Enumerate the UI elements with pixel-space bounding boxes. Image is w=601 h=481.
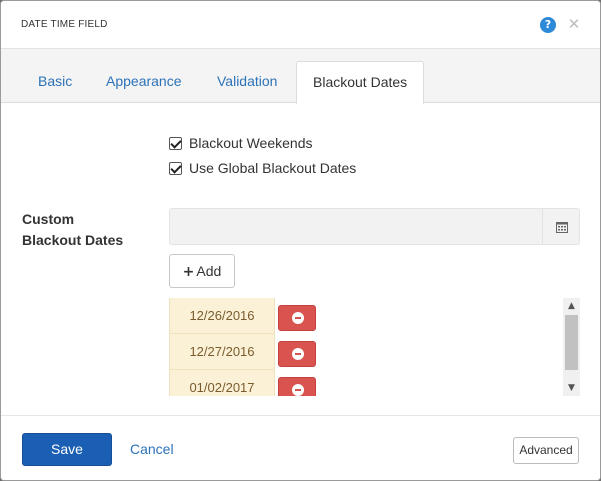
blackout-date-value: 12/27/2016: [169, 334, 275, 370]
scrollbar-thumb[interactable]: [565, 315, 578, 370]
minus-circle-icon: [292, 348, 304, 360]
remove-date-button[interactable]: [278, 341, 316, 367]
blackout-weekends-label: Blackout Weekends: [189, 135, 313, 151]
close-icon[interactable]: ✕: [567, 14, 581, 34]
scroll-down-arrow-icon[interactable]: ▼: [563, 380, 580, 396]
global-blackout-option: Use Global Blackout Dates: [169, 159, 356, 177]
list-item: 12/26/2016: [169, 298, 469, 334]
dialog-footer: Save Cancel Advanced: [1, 415, 600, 480]
help-icon[interactable]: ?: [540, 17, 556, 33]
global-blackout-checkbox[interactable]: [169, 162, 182, 175]
blackout-weekends-option: Blackout Weekends: [169, 134, 312, 152]
global-blackout-label: Use Global Blackout Dates: [189, 160, 357, 176]
minus-circle-icon: [292, 312, 304, 324]
tab-validation[interactable]: Validation: [201, 61, 293, 103]
minus-circle-icon: [292, 384, 304, 396]
list-item: 12/27/2016: [169, 334, 469, 370]
tab-basic[interactable]: Basic: [22, 61, 88, 103]
calendar-button[interactable]: [542, 208, 580, 245]
blackout-weekends-checkbox[interactable]: [169, 137, 182, 150]
blackout-date-value: 01/02/2017: [169, 370, 275, 396]
add-label: Add: [196, 263, 222, 279]
tab-appearance[interactable]: Appearance: [90, 61, 198, 103]
custom-label-line2: Blackout Dates: [22, 232, 124, 248]
blackout-dates-list: 12/26/2016 12/27/2016 01/02/2017: [169, 298, 581, 396]
tab-blackout-dates[interactable]: Blackout Dates: [296, 61, 425, 104]
list-item: 01/02/2017: [169, 370, 469, 396]
blackout-date-input[interactable]: [169, 208, 543, 245]
save-button[interactable]: Save: [22, 433, 112, 466]
custom-label-line1: Custom: [22, 211, 75, 227]
remove-date-button[interactable]: [278, 305, 316, 331]
custom-blackout-dates-label: Custom Blackout Dates: [22, 209, 123, 251]
advanced-button[interactable]: Advanced: [513, 437, 579, 464]
dates-list-scrollbar[interactable]: ▲ ▼: [563, 298, 580, 396]
dialog-header: DATE TIME FIELD ? ✕: [1, 1, 600, 49]
dialog-title: DATE TIME FIELD: [21, 19, 108, 30]
blackout-dates-panel: Blackout Weekends Use Global Blackout Da…: [1, 104, 600, 415]
plus-icon: +: [182, 264, 195, 280]
tab-bar: Basic Appearance Validation Blackout Dat…: [1, 49, 600, 104]
scroll-up-arrow-icon[interactable]: ▲: [563, 298, 580, 314]
remove-date-button[interactable]: [278, 377, 316, 396]
calendar-icon: [556, 222, 568, 233]
blackout-date-value: 12/26/2016: [169, 298, 275, 334]
add-date-button[interactable]: + Add: [169, 254, 235, 288]
date-time-field-dialog: DATE TIME FIELD ? ✕ Basic Appearance Val…: [0, 0, 601, 481]
cancel-link[interactable]: Cancel: [130, 441, 174, 457]
